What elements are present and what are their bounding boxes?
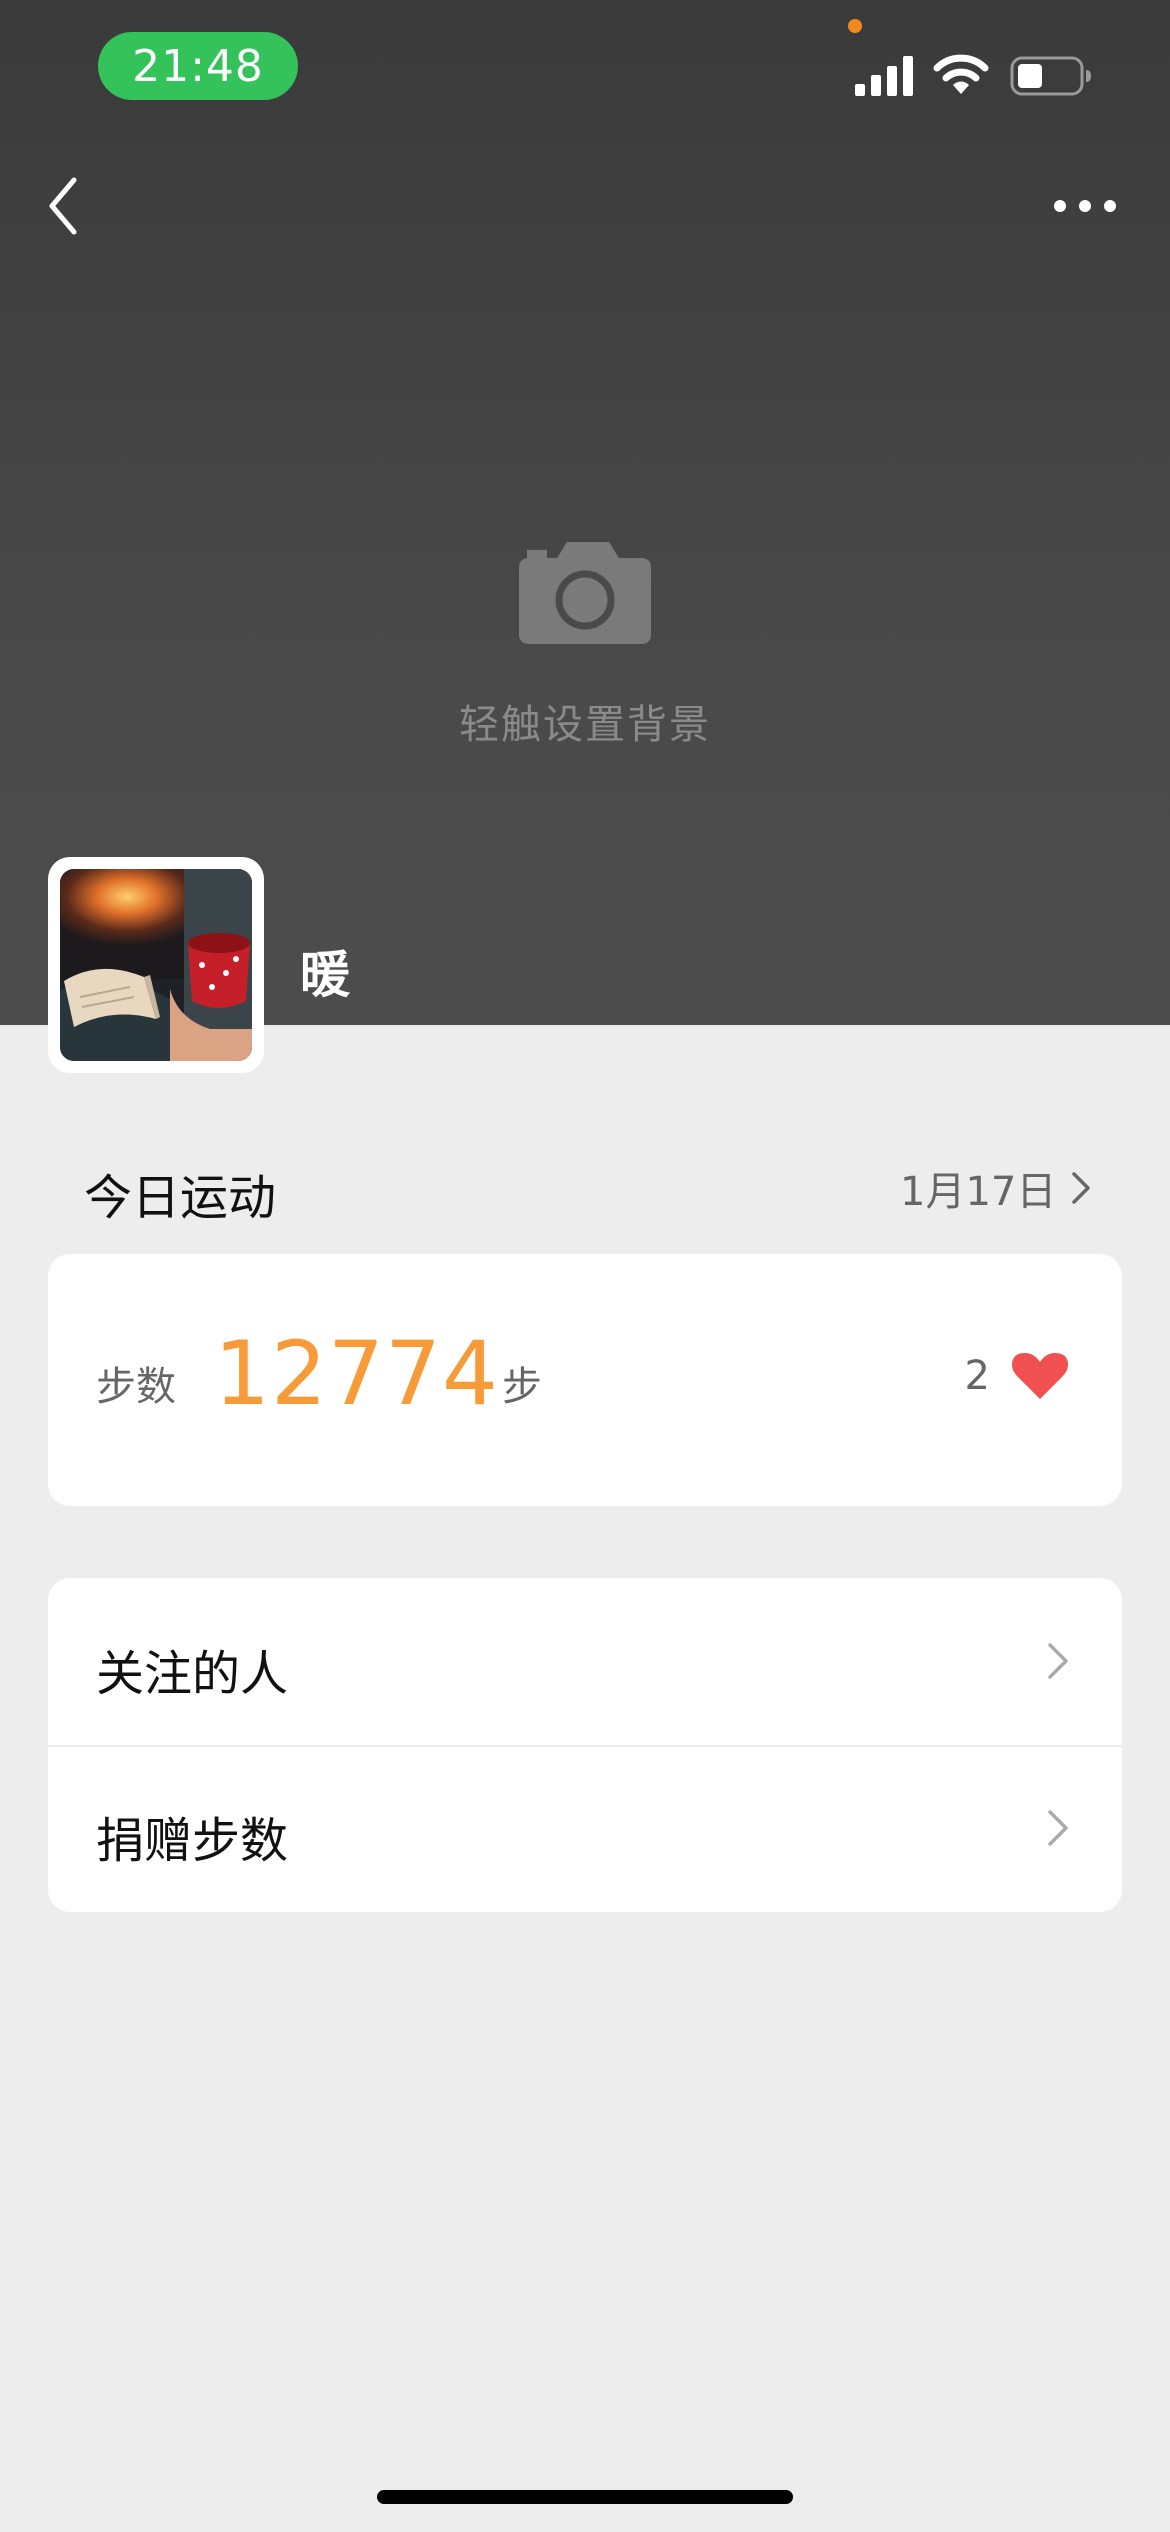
username: 暖 [300,946,350,1004]
set-background-button[interactable]: 轻触设置背景 [385,540,785,750]
avatar-photo-book-and-cup [60,869,252,1061]
privacy-indicator-dot [848,19,862,33]
steps-card[interactable]: 步数 12774 步 2 [48,1254,1122,1506]
set-background-label: 轻触设置背景 [459,702,711,748]
date-label: 1月17日 [900,1169,1057,1215]
chevron-right-icon [1048,1810,1068,1846]
cellular-signal-icon [855,56,913,96]
camera-icon [519,542,651,644]
menu-item-label: 捐赠步数 [96,1813,289,1869]
steps-value: 12774 [214,1322,499,1425]
chevron-right-icon [1048,1643,1068,1679]
menu-card: 关注的人 捐赠步数 [48,1578,1122,1912]
likes-count: 2 [964,1353,990,1399]
wechat-sport-profile-screen: 21:48 轻触设置背景 暖 今日运动 1月17日 步数 12774 步 2 关… [0,0,1170,2532]
date-selector[interactable]: 1月17日 [900,1160,1092,1216]
steps-unit: 步 [502,1364,542,1410]
home-indicator[interactable] [377,2490,793,2504]
menu-item-label: 关注的人 [96,1646,289,1702]
chevron-right-icon [1072,1172,1091,1204]
battery-icon [1010,56,1091,96]
more-options-button[interactable] [1050,180,1120,230]
likes-button[interactable]: 2 [965,1346,1068,1406]
chevron-left-icon [49,177,77,235]
menu-item-following[interactable]: 关注的人 [48,1578,1122,1745]
menu-item-donate-steps[interactable]: 捐赠步数 [48,1745,1122,1912]
avatar-image [60,869,252,1061]
heart-icon [1012,1353,1068,1399]
more-dots-icon [1054,200,1116,212]
avatar[interactable] [48,857,264,1073]
steps-label: 步数 [96,1364,176,1410]
back-button[interactable] [40,170,100,240]
today-exercise-title: 今日运动 [84,1170,277,1226]
status-time: 21:48 [98,32,298,100]
wifi-icon [933,54,989,94]
